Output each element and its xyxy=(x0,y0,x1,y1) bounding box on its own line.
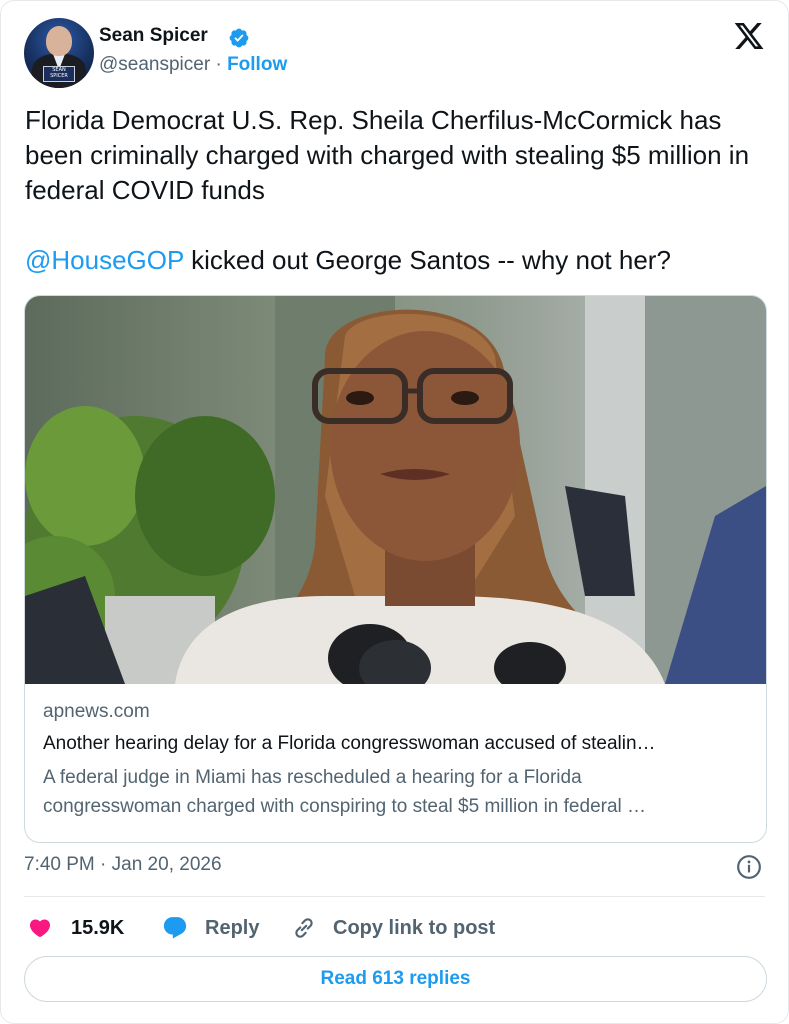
tweet-paragraph-2-text: kicked out George Santos -- why not her? xyxy=(183,245,671,275)
link-domain: apnews.com xyxy=(43,701,150,722)
tweet-embed-card: SEAN SPICER Sean Spicer @seanspicer · Fo… xyxy=(0,0,789,1024)
link-description: A federal judge in Miami has rescheduled… xyxy=(43,763,748,821)
handle-separator: · xyxy=(215,54,222,75)
info-icon[interactable] xyxy=(736,854,762,880)
avatar-logo: SEAN SPICER xyxy=(43,66,75,82)
copy-link-label: Copy link to post xyxy=(333,916,496,939)
news-photo xyxy=(25,296,766,684)
tweet-timestamp[interactable]: 7:40 PM · Jan 20, 2026 xyxy=(24,854,222,876)
copy-link-button[interactable]: Copy link to post xyxy=(291,913,495,943)
avatar[interactable]: SEAN SPICER xyxy=(24,18,94,88)
avatar-head xyxy=(46,26,72,56)
reply-label: Reply xyxy=(205,916,260,939)
reply-button[interactable]: Reply xyxy=(161,913,259,943)
tweet-paragraph-1: Florida Democrat U.S. Rep. Sheila Cherfi… xyxy=(25,105,750,205)
like-count: 15.9K xyxy=(71,916,125,939)
follow-button[interactable]: Follow xyxy=(227,54,287,75)
link-preview-body: apnews.com Another hearing delay for a F… xyxy=(43,701,748,821)
link-preview-image xyxy=(25,296,766,684)
mention-link[interactable]: @HouseGOP xyxy=(25,245,184,275)
link-title: Another hearing delay for a Florida cong… xyxy=(43,733,656,754)
verified-badge-icon xyxy=(229,28,249,48)
author-handle-line: @seanspicer · Follow xyxy=(99,54,287,76)
link-preview-card[interactable]: apnews.com Another hearing delay for a F… xyxy=(24,295,767,843)
author-handle[interactable]: @seanspicer xyxy=(99,54,210,75)
divider xyxy=(24,896,765,897)
x-logo-icon[interactable] xyxy=(732,20,766,52)
tweet-text: Florida Democrat U.S. Rep. Sheila Cherfi… xyxy=(25,103,765,278)
link-description-line-1: A federal judge in Miami has rescheduled… xyxy=(43,767,582,788)
read-replies-button[interactable]: Read 613 replies xyxy=(24,956,767,1002)
link-icon xyxy=(295,918,313,938)
author-name[interactable]: Sean Spicer xyxy=(99,25,208,47)
reply-bubble-icon xyxy=(163,917,187,939)
link-description-line-2: congresswoman charged with conspiring to… xyxy=(43,796,647,817)
tweet-paragraph-2: @HouseGOP kicked out George Santos -- wh… xyxy=(25,243,765,278)
heart-icon xyxy=(29,919,51,938)
like-button[interactable]: 15.9K xyxy=(27,913,124,943)
